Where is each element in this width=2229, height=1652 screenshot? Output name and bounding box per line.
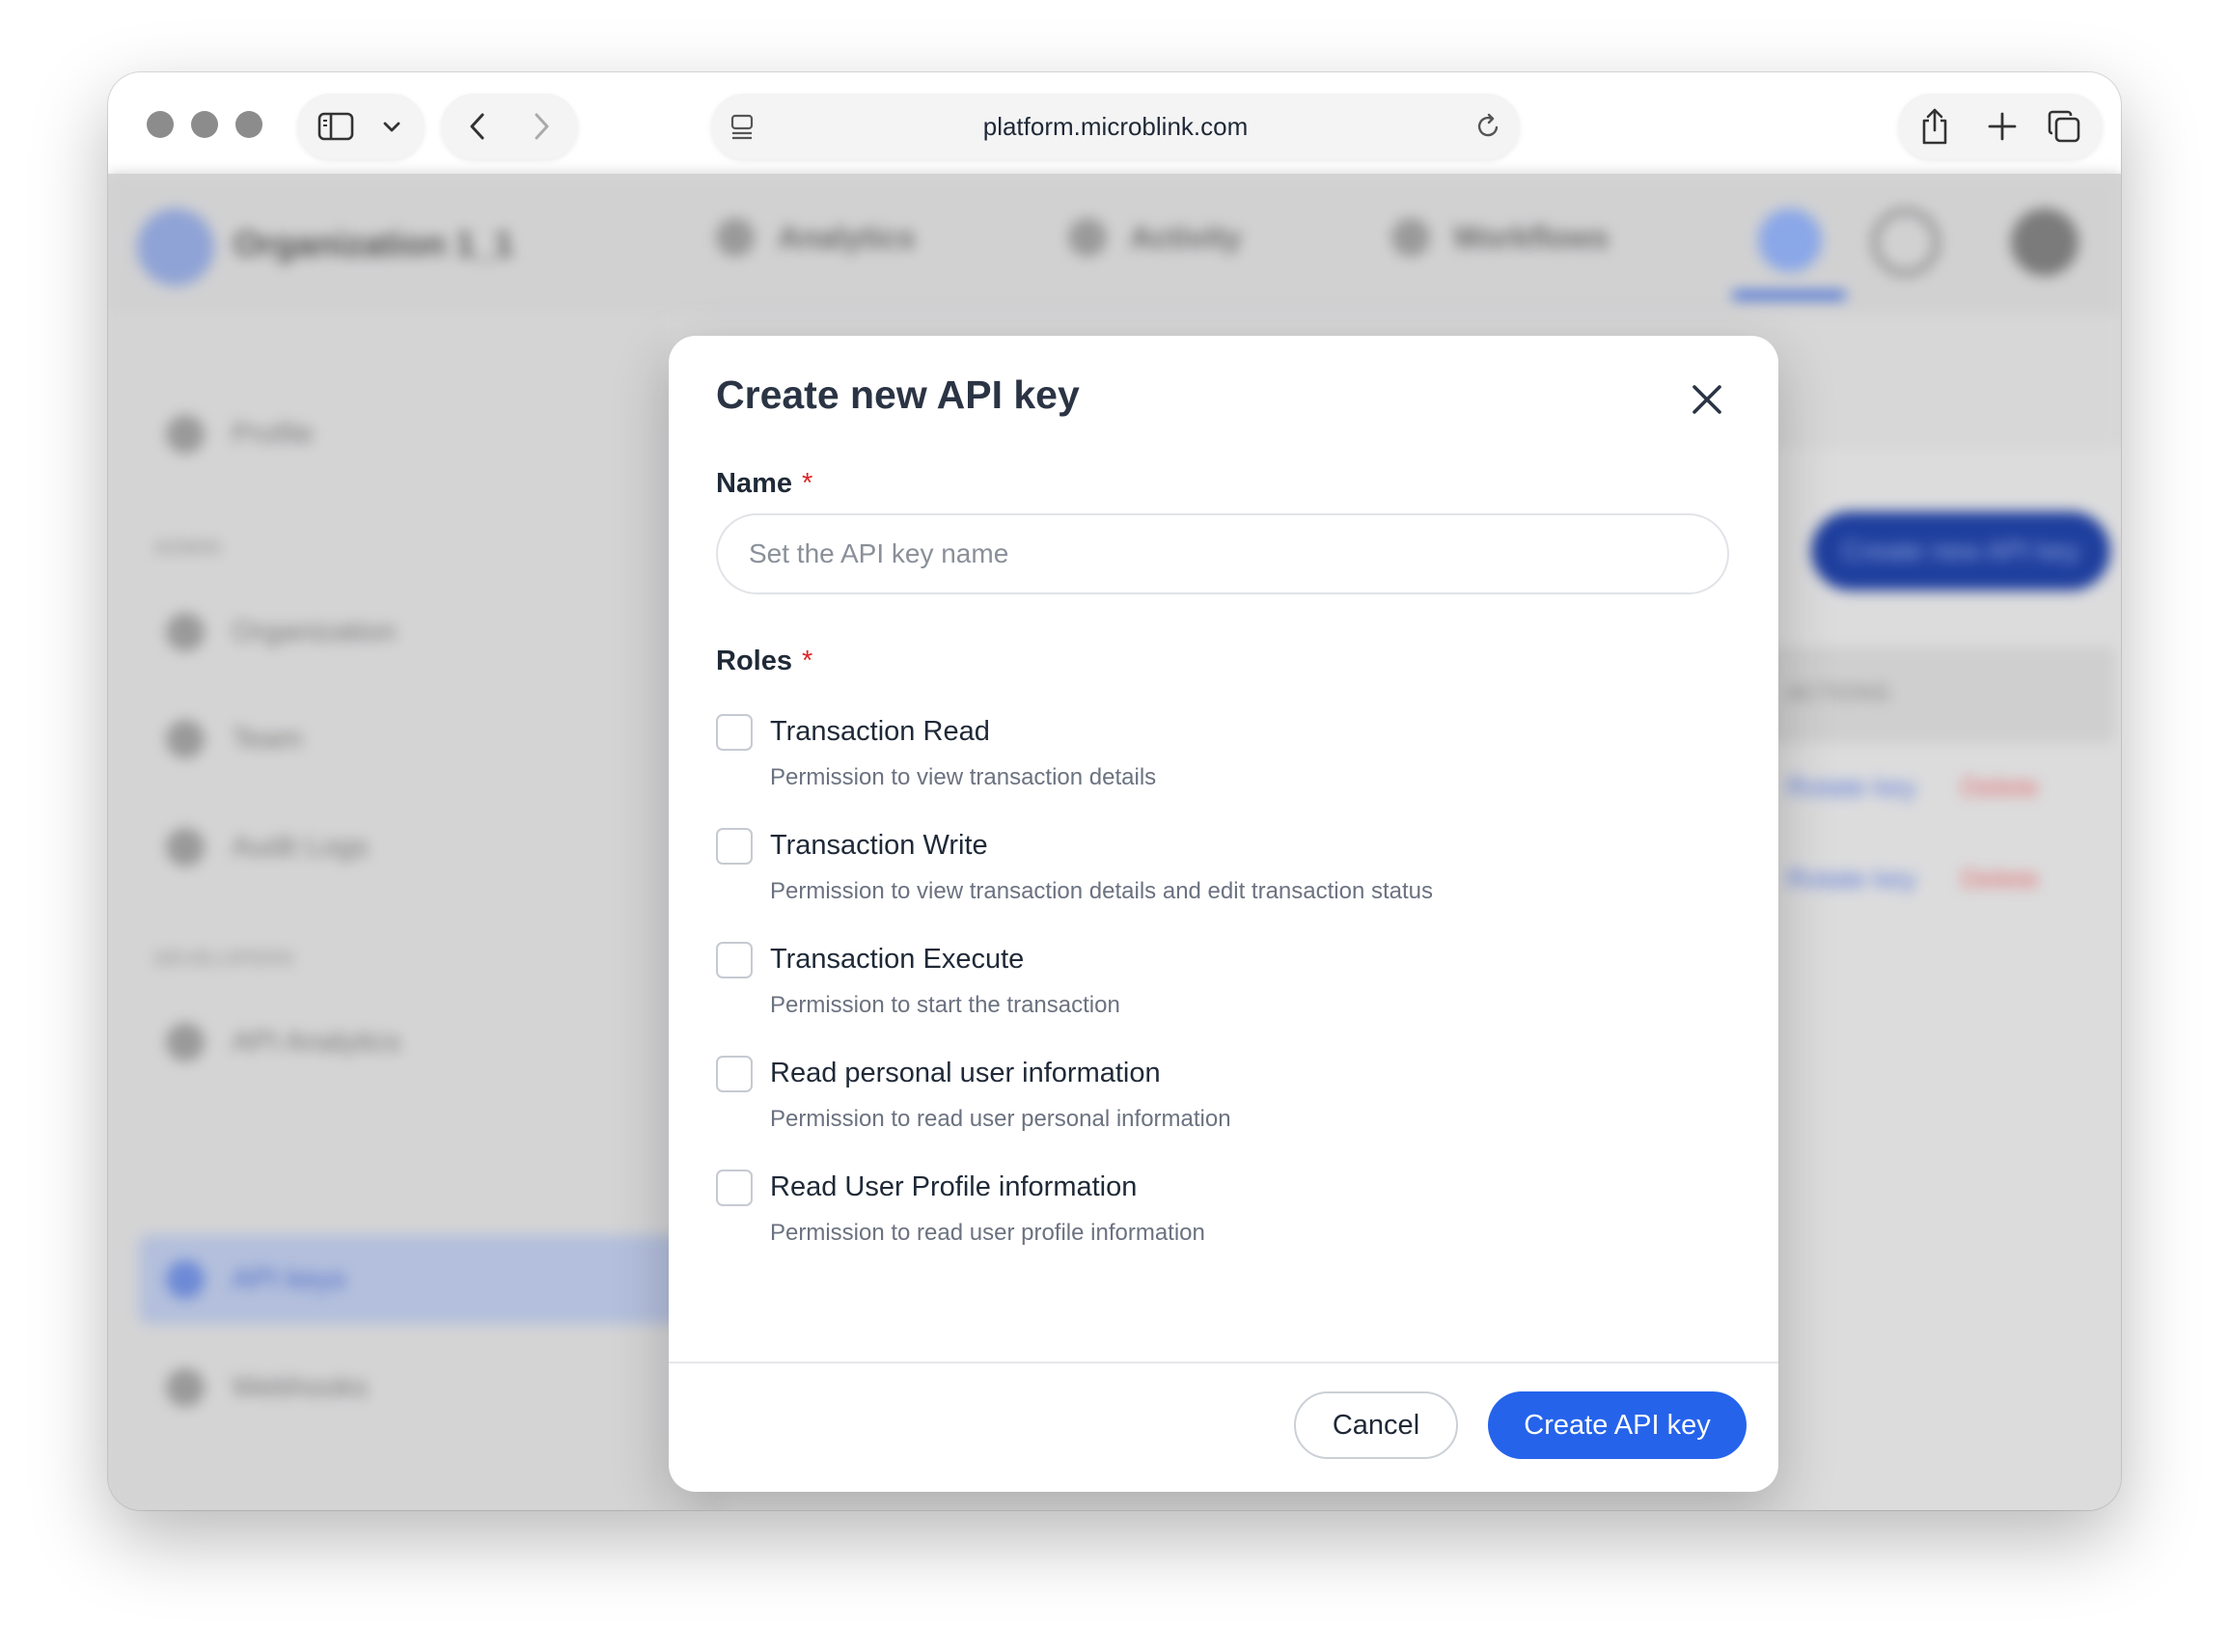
window-actions-group bbox=[1898, 94, 2103, 159]
sidebar-item-webhooks[interactable]: Webhooks bbox=[166, 1363, 368, 1412]
sidebar-item-label: Team bbox=[232, 723, 303, 755]
role-checkbox-read-profile-info[interactable] bbox=[716, 1170, 753, 1206]
role-option: Transaction Execute Permission to start … bbox=[716, 942, 1729, 1038]
nav-label: Activity bbox=[1130, 219, 1242, 255]
role-description: Permission to read user profile informat… bbox=[770, 1220, 1205, 1246]
org-avatar[interactable] bbox=[137, 208, 214, 286]
required-marker: * bbox=[801, 646, 813, 676]
delete-link[interactable]: Delete bbox=[1961, 864, 2039, 895]
roles-label-text: Roles bbox=[716, 646, 792, 676]
new-tab-icon[interactable] bbox=[1981, 105, 2023, 148]
create-api-key-bg-button[interactable]: Create new API key bbox=[1811, 511, 2110, 591]
sidebar-item-organization[interactable]: Organization bbox=[166, 608, 396, 656]
roles-label: Roles * bbox=[716, 646, 812, 677]
dialog-title: Create new API key bbox=[716, 372, 1080, 417]
sidebar-item-profile[interactable]: Profile bbox=[166, 410, 314, 458]
analytics-icon bbox=[716, 218, 755, 257]
active-tab-indicator bbox=[1732, 291, 1846, 299]
role-description: Permission to read user personal informa… bbox=[770, 1106, 1231, 1132]
share-icon[interactable] bbox=[1913, 105, 1956, 148]
role-title: Read personal user information bbox=[770, 1058, 1161, 1088]
nav-label: Workflows bbox=[1453, 219, 1610, 255]
role-title: Read User Profile information bbox=[770, 1171, 1138, 1202]
cancel-button[interactable]: Cancel bbox=[1294, 1391, 1458, 1459]
role-checkbox-transaction-write[interactable] bbox=[716, 828, 753, 865]
nav-activity[interactable]: Activity bbox=[1068, 218, 1242, 257]
activity-icon bbox=[1068, 218, 1107, 257]
app-top-nav: Organization 1_1 Analytics Activity Work… bbox=[108, 174, 2121, 314]
profile-icon bbox=[166, 415, 205, 454]
sidebar-section-developers: DEVELOPERS bbox=[154, 949, 295, 970]
sidebar-item-label: Organization bbox=[232, 616, 397, 647]
name-label-text: Name bbox=[716, 468, 792, 499]
nav-workflows[interactable]: Workflows bbox=[1391, 218, 1609, 257]
nav-analytics[interactable]: Analytics bbox=[716, 218, 915, 257]
nav-label: Analytics bbox=[778, 219, 916, 255]
required-marker: * bbox=[802, 468, 813, 499]
sidebar-item-label: API Analytics bbox=[232, 1026, 401, 1058]
audit-logs-icon bbox=[166, 828, 205, 867]
tab-overview-icon[interactable] bbox=[2043, 105, 2085, 148]
role-option: Transaction Write Permission to view tra… bbox=[716, 828, 1729, 924]
address-bar[interactable]: platform.microblink.com bbox=[711, 94, 1520, 159]
name-label: Name * bbox=[716, 468, 812, 500]
org-name: Organization 1_1 bbox=[234, 224, 514, 263]
create-api-key-dialog: Create new API key Name * Roles * Transact… bbox=[669, 336, 1778, 1492]
browser-toolbar: platform.microblink.com bbox=[108, 72, 2121, 174]
actions-header: ACTIONS bbox=[1787, 680, 1890, 706]
rotate-key-link[interactable]: Rotate key bbox=[1787, 864, 1916, 895]
history-nav-group bbox=[441, 94, 578, 159]
sidebar-item-label: Profile bbox=[232, 418, 315, 450]
settings-icon[interactable] bbox=[1758, 208, 1822, 272]
api-analytics-icon bbox=[166, 1023, 205, 1061]
back-icon[interactable] bbox=[458, 107, 497, 146]
sidebar-icon[interactable] bbox=[316, 107, 355, 146]
sidebar-item-label: API keys bbox=[232, 1263, 346, 1295]
organization-icon bbox=[166, 613, 205, 651]
sidebar-toggle-group bbox=[297, 94, 425, 159]
sidebar-item-label: Webhooks bbox=[232, 1371, 369, 1403]
role-description: Permission to view transaction details bbox=[770, 764, 1157, 790]
role-option: Read User Profile information Permission… bbox=[716, 1170, 1729, 1266]
api-keys-icon bbox=[166, 1260, 205, 1299]
webhooks-icon bbox=[166, 1368, 205, 1407]
role-checkbox-transaction-read[interactable] bbox=[716, 714, 753, 751]
role-description: Permission to start the transaction bbox=[770, 992, 1120, 1018]
browser-window: platform.microblink.com Organization 1_1… bbox=[108, 72, 2121, 1510]
sidebar-item-audit-logs[interactable]: Audit Logs bbox=[166, 823, 369, 871]
role-checkbox-transaction-execute[interactable] bbox=[716, 942, 753, 978]
chevron-down-icon[interactable] bbox=[376, 111, 407, 142]
close-dialog-button[interactable] bbox=[1682, 374, 1732, 425]
role-title: Transaction Execute bbox=[770, 944, 1025, 975]
user-avatar[interactable] bbox=[2011, 208, 2078, 276]
help-icon[interactable] bbox=[1872, 208, 1940, 276]
delete-link[interactable]: Delete bbox=[1961, 772, 2039, 803]
url-text: platform.microblink.com bbox=[982, 111, 1249, 141]
minimize-window-button[interactable] bbox=[191, 111, 218, 138]
sidebar-item-label: Audit Logs bbox=[232, 831, 369, 863]
create-api-key-button[interactable]: Create API key bbox=[1488, 1391, 1747, 1459]
role-title: Transaction Read bbox=[770, 716, 990, 747]
close-window-button[interactable] bbox=[147, 111, 174, 138]
rotate-key-link[interactable]: Rotate key bbox=[1787, 772, 1916, 803]
reload-icon[interactable] bbox=[1473, 111, 1504, 142]
forward-icon[interactable] bbox=[522, 107, 561, 146]
role-description: Permission to view transaction details a… bbox=[770, 878, 1434, 904]
sidebar-section-admin: ADMIN bbox=[154, 537, 222, 559]
api-key-name-input[interactable] bbox=[716, 513, 1729, 594]
role-checkbox-read-personal-info[interactable] bbox=[716, 1056, 753, 1092]
team-icon bbox=[166, 720, 205, 758]
app-sidebar: Profile ADMIN Organization Team Audit Lo… bbox=[108, 314, 679, 1510]
role-title: Transaction Write bbox=[770, 830, 988, 861]
sidebar-item-api-analytics[interactable]: API Analytics bbox=[166, 1018, 400, 1066]
close-icon bbox=[1692, 385, 1721, 414]
role-option: Read personal user information Permissio… bbox=[716, 1056, 1729, 1152]
zoom-window-button[interactable] bbox=[235, 111, 262, 138]
workflows-icon bbox=[1391, 218, 1430, 257]
sidebar-item-api-keys[interactable]: API keys bbox=[166, 1255, 345, 1304]
sidebar-item-team[interactable]: Team bbox=[166, 715, 302, 763]
dialog-footer-divider bbox=[669, 1362, 1778, 1363]
role-option: Transaction Read Permission to view tran… bbox=[716, 714, 1729, 811]
